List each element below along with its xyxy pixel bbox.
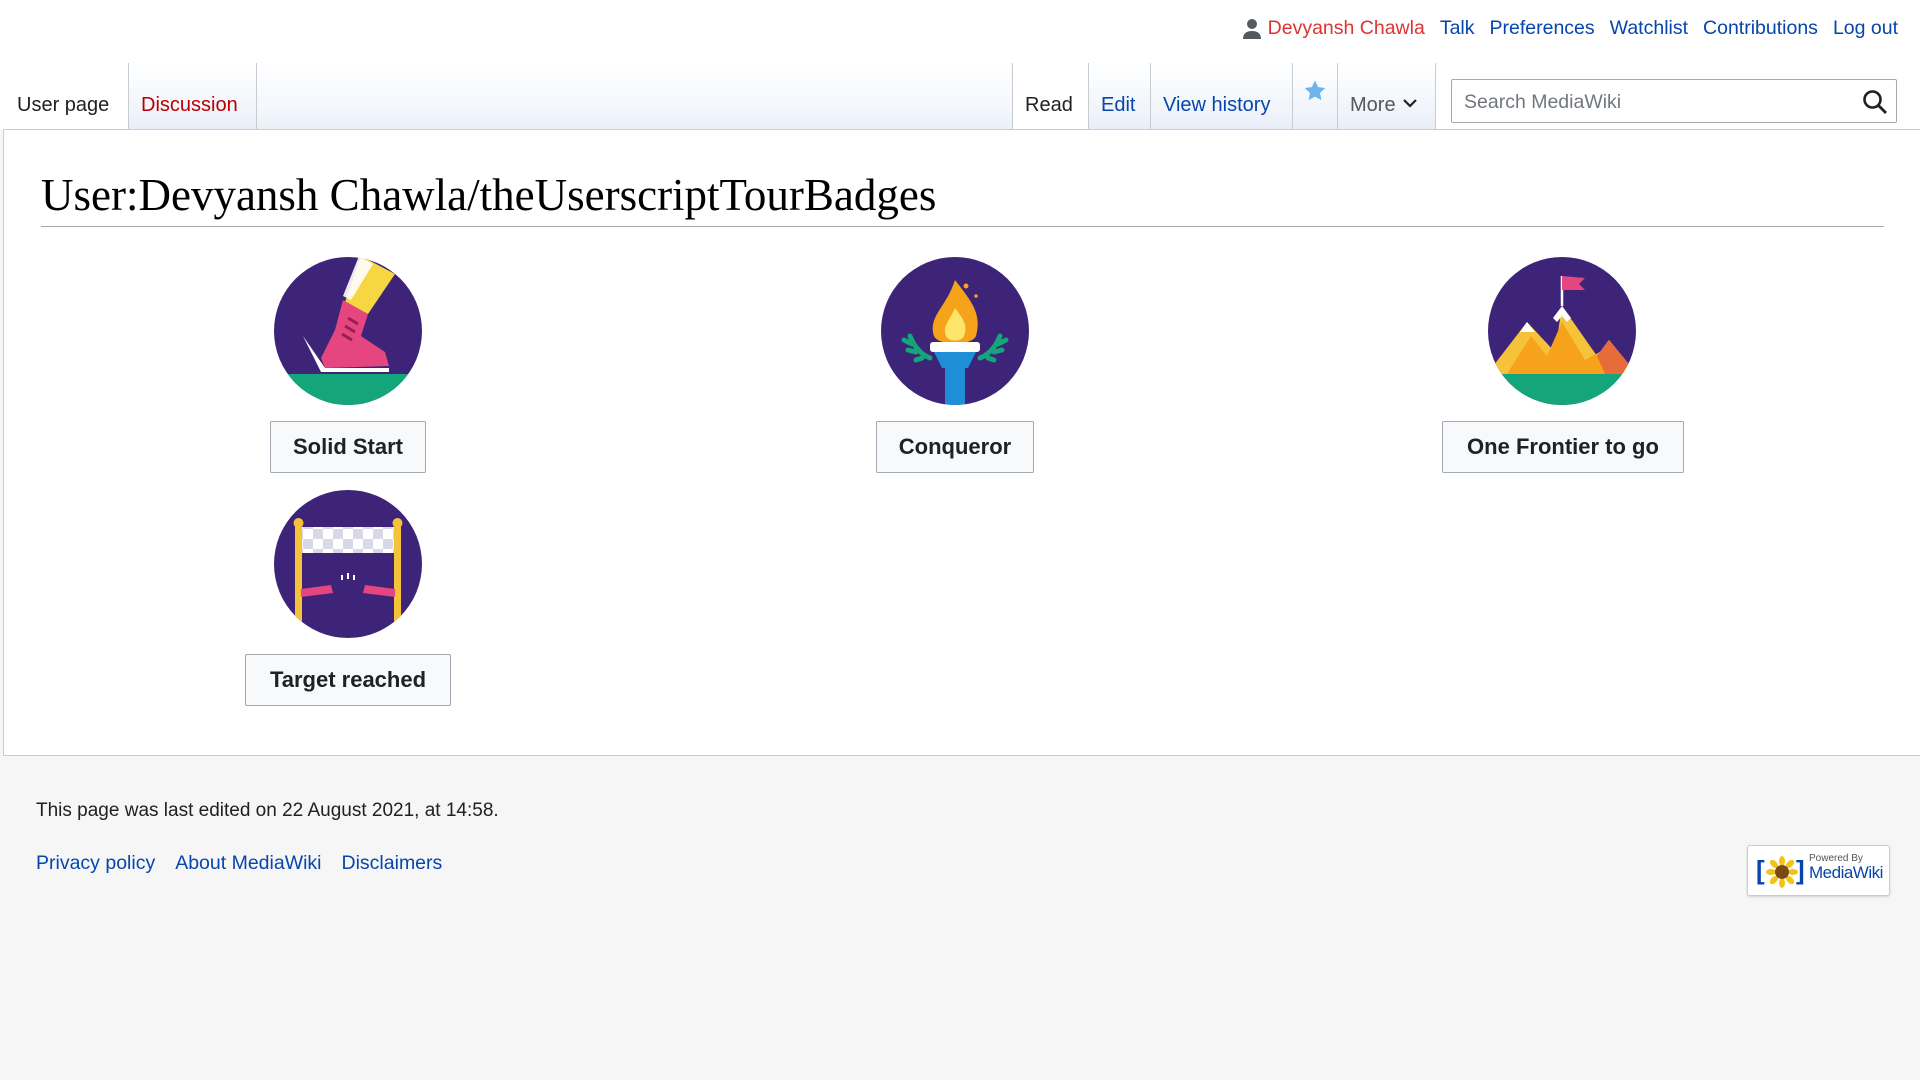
- talk-link[interactable]: Talk: [1440, 17, 1475, 40]
- star-icon: [1303, 79, 1327, 109]
- user-page-link[interactable]: Devyansh Chawla: [1268, 17, 1425, 40]
- tab-bar-spacer: [257, 63, 1013, 130]
- tab-label: Discussion: [141, 94, 238, 116]
- preferences-link[interactable]: Preferences: [1490, 17, 1595, 40]
- more-menu[interactable]: More: [1338, 63, 1436, 130]
- bracket-right-icon: ]: [1796, 855, 1805, 885]
- conqueror-button[interactable]: Conqueror: [876, 421, 1034, 473]
- finish-line-badge-icon: [273, 489, 423, 639]
- tab-label: View history: [1163, 94, 1271, 116]
- torch-badge-icon: [880, 256, 1030, 406]
- tab-edit[interactable]: Edit: [1089, 63, 1151, 130]
- page-title: User:Devyansh Chawla/theUserscriptTourBa…: [41, 168, 1884, 227]
- mountain-flag-badge-icon: [1487, 256, 1637, 406]
- tab-label: More: [1350, 94, 1396, 116]
- tab-user-page[interactable]: User page: [5, 63, 129, 130]
- contributions-link[interactable]: Contributions: [1703, 17, 1818, 40]
- privacy-policy-link[interactable]: Privacy policy: [36, 852, 155, 875]
- user-icon: [1242, 18, 1262, 40]
- chevron-down-icon: [1402, 92, 1418, 115]
- sneaker-badge-icon: [273, 256, 423, 406]
- search-icon[interactable]: [1862, 89, 1888, 115]
- tab-label: User page: [17, 94, 110, 116]
- search-input[interactable]: [1462, 80, 1846, 124]
- personal-tools: Devyansh Chawla Talk Preferences Watchli…: [1242, 17, 1898, 40]
- last-edited-info: This page was last edited on 22 August 2…: [36, 800, 499, 821]
- target-reached-button[interactable]: Target reached: [245, 654, 451, 706]
- logout-link[interactable]: Log out: [1833, 17, 1898, 40]
- about-mediawiki-link[interactable]: About MediaWiki: [175, 852, 321, 875]
- tab-discussion[interactable]: Discussion: [129, 63, 257, 130]
- footer-links: Privacy policy About MediaWiki Disclaime…: [36, 852, 462, 875]
- mediawiki-text: MediaWiki: [1809, 863, 1883, 882]
- powered-by-mediawiki-badge[interactable]: [ ] Powered By MediaWiki: [1747, 845, 1890, 896]
- solid-start-button[interactable]: Solid Start: [270, 421, 426, 473]
- bracket-left-icon: [: [1756, 855, 1765, 885]
- watch-star-button[interactable]: [1293, 63, 1338, 130]
- tab-read[interactable]: Read: [1013, 63, 1089, 130]
- tab-label: Edit: [1101, 94, 1136, 116]
- tab-view-history[interactable]: View history: [1151, 63, 1293, 130]
- disclaimers-link[interactable]: Disclaimers: [342, 852, 443, 875]
- search-box: [1451, 79, 1897, 124]
- one-frontier-button[interactable]: One Frontier to go: [1442, 421, 1684, 473]
- sunflower-icon: [1766, 856, 1798, 893]
- watchlist-link[interactable]: Watchlist: [1610, 17, 1688, 40]
- tab-label: Read: [1025, 94, 1073, 116]
